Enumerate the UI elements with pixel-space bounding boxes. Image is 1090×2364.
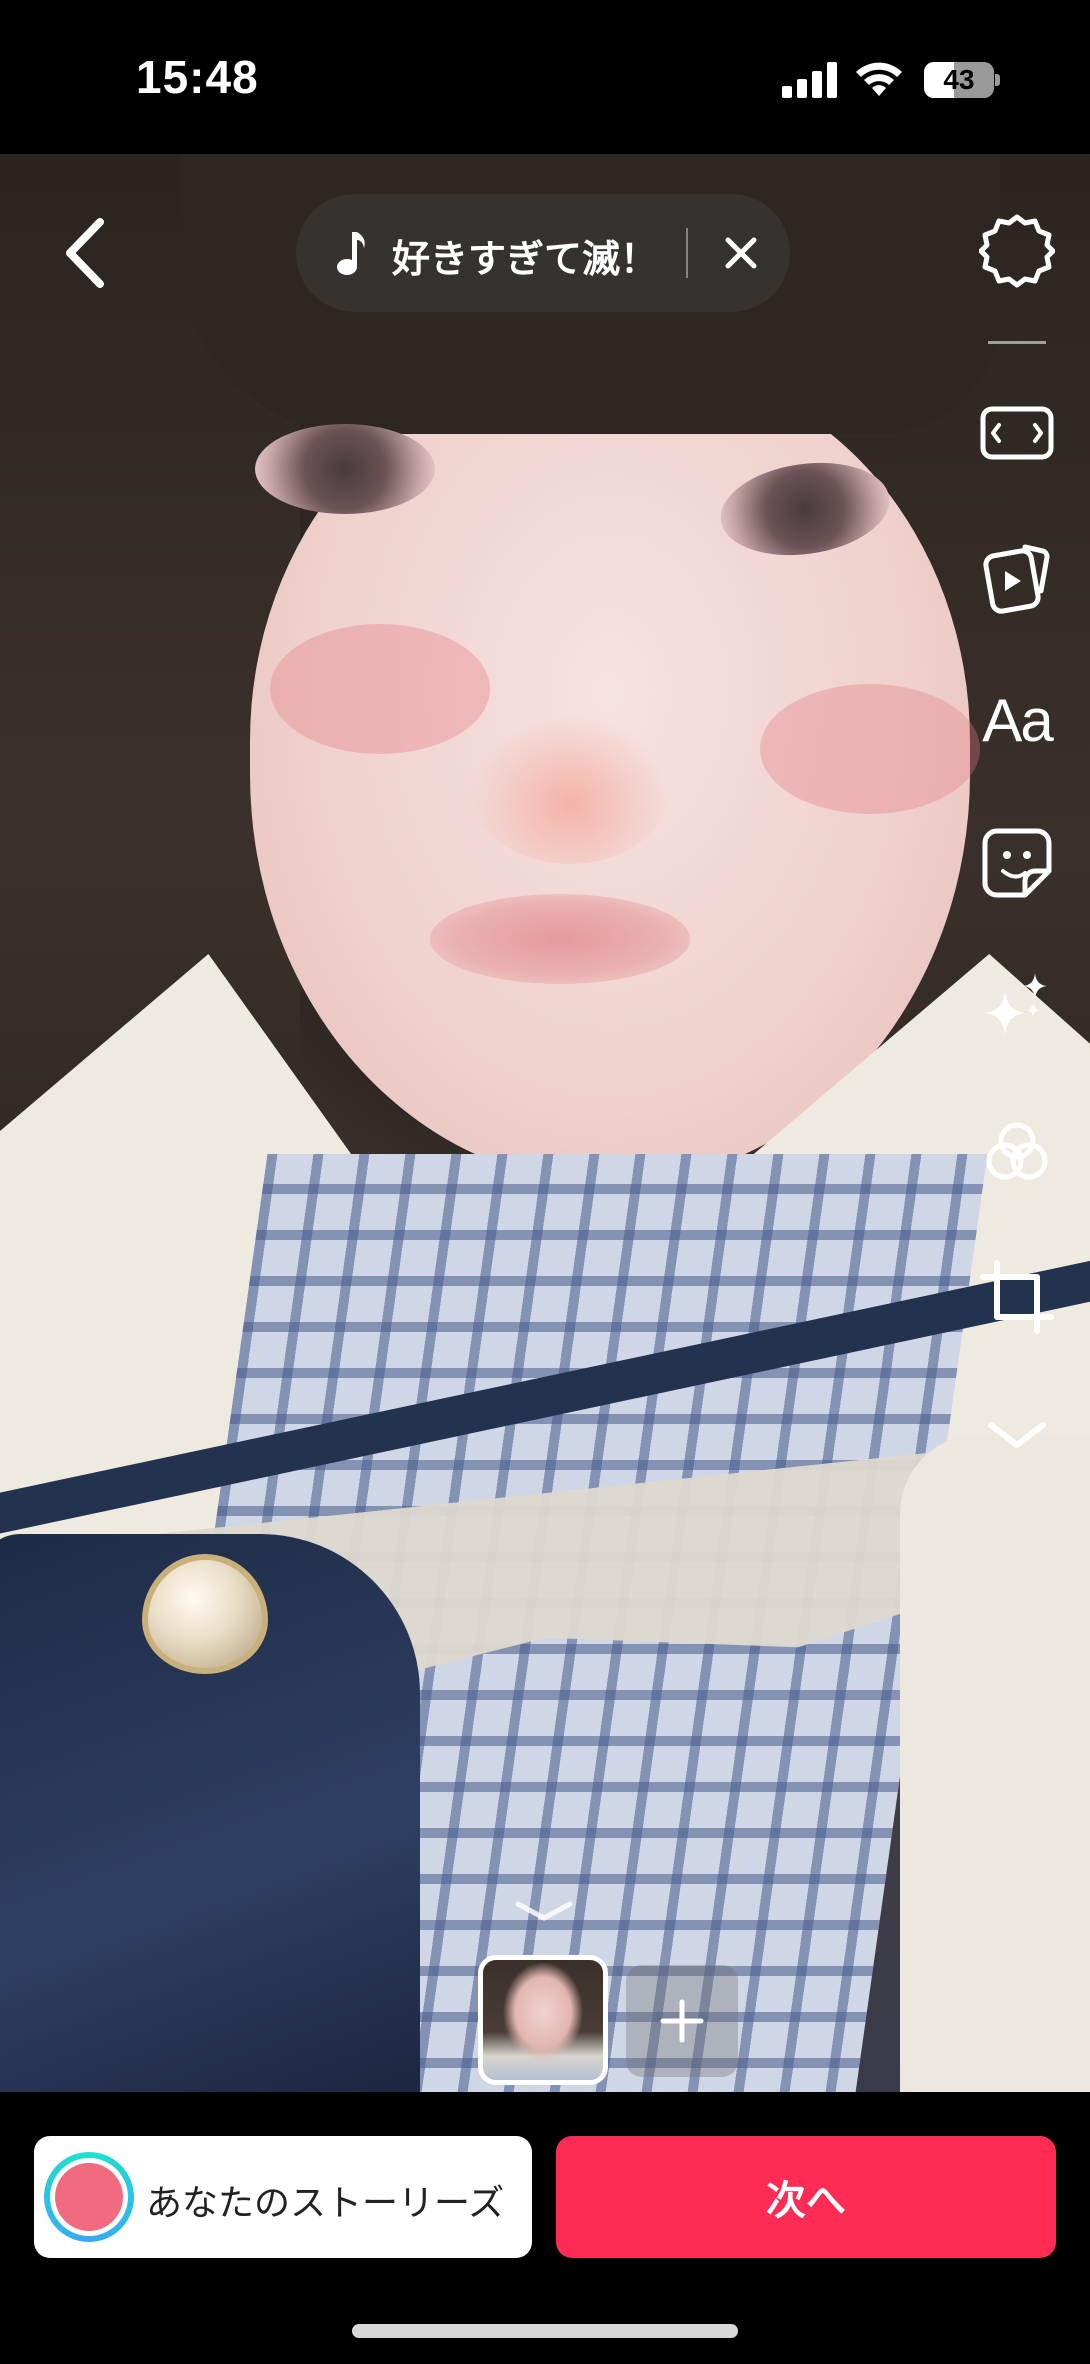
avatar-dot (55, 2163, 123, 2231)
bottom-action-bar: あなたのストーリーズ 次へ (0, 2092, 1090, 2364)
media-thumbnail[interactable] (478, 1955, 608, 2085)
filters-button[interactable] (972, 1108, 1062, 1198)
story-avatar (44, 2152, 134, 2242)
post-to-story-button[interactable]: あなたのストーリーズ (34, 2136, 532, 2258)
toolbar-separator (988, 341, 1046, 344)
battery-icon: 43 (924, 62, 1000, 98)
next-button[interactable]: 次へ (556, 2136, 1056, 2258)
crop-button[interactable] (972, 1252, 1062, 1342)
plus-icon (660, 1999, 704, 2043)
photo-preview (0, 154, 1090, 2092)
music-title: 好きすぎて滅！ (392, 239, 659, 281)
effects-button[interactable] (972, 962, 1062, 1052)
expand-toolbar-button[interactable] (972, 1388, 1062, 1478)
battery-level: 43 (943, 64, 975, 95)
status-bar: 15:48 43 (0, 0, 1090, 154)
crop-icon (980, 1260, 1054, 1334)
filters-icon (986, 1122, 1048, 1180)
aspect-ratio-icon (980, 406, 1054, 460)
selected-music-pill[interactable]: 好きすぎて滅！ (296, 194, 790, 312)
back-chevron-icon[interactable] (60, 216, 110, 290)
home-indicator[interactable] (352, 2324, 738, 2338)
wifi-icon (856, 62, 902, 96)
effects-icon (985, 973, 1047, 1035)
sticker-button[interactable] (972, 818, 1062, 908)
music-note-icon (337, 232, 365, 275)
text-tool-button[interactable]: Aa (972, 675, 1062, 765)
settings-button[interactable] (972, 206, 1062, 296)
status-time: 15:48 (136, 51, 259, 103)
settings-icon (979, 214, 1055, 288)
add-media-button[interactable] (626, 1965, 738, 2077)
cellular-signal-icon (782, 62, 837, 98)
expand-more-icon (988, 1422, 1046, 1448)
close-icon[interactable] (716, 228, 766, 278)
text-icon: Aa (982, 686, 1053, 754)
aspect-ratio-button[interactable] (972, 388, 1062, 478)
heart-brooch (142, 1554, 268, 1674)
sticker-icon (982, 828, 1052, 898)
story-button-label: あなたのストーリーズ (146, 2182, 505, 2223)
divider (686, 228, 688, 278)
templates-button[interactable] (972, 532, 1062, 622)
collapse-chevron-icon[interactable] (512, 1898, 576, 1924)
templates-icon (983, 544, 1050, 614)
